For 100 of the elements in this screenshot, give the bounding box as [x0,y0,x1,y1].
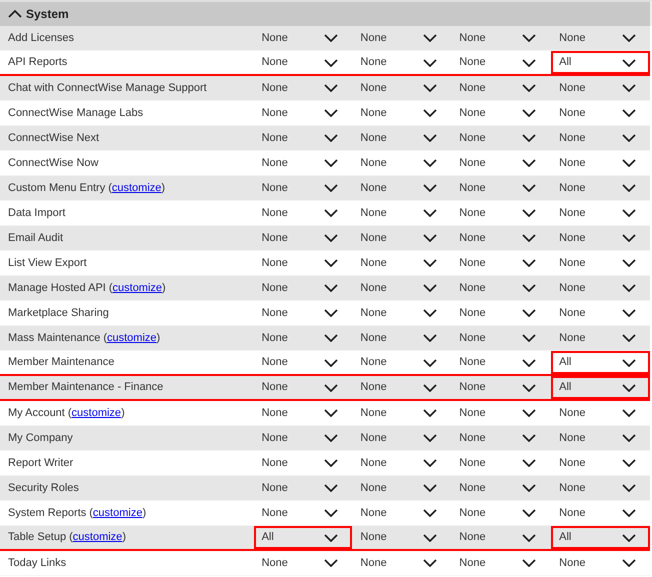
access-dropdown[interactable]: None [451,176,550,200]
customize-link[interactable]: customize [107,330,157,346]
access-dropdown[interactable]: None [254,226,352,250]
access-dropdown[interactable]: None [254,176,352,200]
access-dropdown[interactable]: None [451,126,550,150]
access-dropdown[interactable]: None [254,201,352,225]
paren: ) [121,406,125,421]
access-dropdown[interactable]: None [451,351,550,374]
access-dropdown[interactable]: None [352,51,452,74]
access-dropdown[interactable]: None [551,101,650,125]
access-dropdown[interactable]: None [551,451,650,475]
access-dropdown[interactable]: None [254,501,352,525]
section-header[interactable]: System [0,0,652,26]
access-dropdown[interactable]: None [254,276,352,300]
access-dropdown[interactable]: None [352,126,452,150]
access-dropdown[interactable]: None [254,126,352,150]
access-dropdown[interactable]: None [254,151,352,175]
customize-link[interactable]: customize [72,404,122,422]
access-dropdown[interactable]: None [451,76,550,100]
access-dropdown[interactable]: None [551,276,650,300]
access-dropdown[interactable]: None [352,151,452,175]
access-dropdown[interactable]: None [451,501,550,525]
access-dropdown[interactable]: None [551,476,650,500]
access-dropdown[interactable]: None [551,126,650,150]
access-dropdown[interactable]: None [451,276,550,300]
access-dropdown[interactable]: None [551,426,650,450]
access-dropdown[interactable]: None [352,26,452,50]
access-dropdown[interactable]: None [254,26,352,50]
access-dropdown[interactable]: None [352,176,452,200]
access-dropdown[interactable]: None [352,201,452,225]
access-dropdown[interactable]: None [352,76,452,100]
access-dropdown[interactable]: None [352,376,452,399]
dropdown-value: None [559,456,586,471]
access-dropdown[interactable]: None [254,51,352,74]
access-dropdown[interactable]: None [352,226,452,250]
access-dropdown[interactable]: None [451,151,550,175]
access-dropdown[interactable]: None [551,501,650,525]
chevron-down-icon [423,434,438,442]
access-dropdown[interactable]: None [254,326,352,350]
access-dropdown[interactable]: None [451,301,550,325]
access-dropdown[interactable]: None [451,251,550,275]
access-dropdown[interactable]: None [352,276,452,300]
access-dropdown[interactable]: None [352,301,452,325]
access-dropdown[interactable]: None [451,376,550,399]
access-dropdown[interactable]: None [451,101,550,125]
access-dropdown[interactable]: None [451,201,550,225]
access-dropdown[interactable]: None [254,426,352,450]
chevron-down-icon [522,209,536,217]
access-dropdown[interactable]: None [551,151,650,175]
access-dropdown[interactable]: None [352,426,452,450]
access-dropdown[interactable]: None [352,401,452,425]
access-dropdown[interactable]: None [352,101,452,125]
access-dropdown[interactable]: All [254,526,352,549]
access-dropdown[interactable]: None [551,301,650,325]
access-dropdown[interactable]: None [451,451,550,475]
access-dropdown[interactable]: None [451,476,550,500]
access-dropdown[interactable]: None [451,551,550,575]
access-dropdown[interactable]: None [352,451,452,475]
access-dropdown[interactable]: None [551,326,650,350]
access-dropdown[interactable]: None [254,376,352,399]
access-dropdown[interactable]: None [254,451,352,475]
access-dropdown[interactable]: None [551,201,650,225]
access-dropdown[interactable]: None [551,176,650,200]
access-dropdown[interactable]: None [551,226,650,250]
access-dropdown[interactable]: All [551,51,650,74]
access-dropdown[interactable]: None [352,251,452,275]
access-dropdown[interactable]: None [352,501,452,525]
access-dropdown[interactable]: None [254,401,352,425]
access-dropdown[interactable]: None [254,76,352,100]
access-dropdown[interactable]: None [551,26,650,50]
access-dropdown[interactable]: None [451,226,550,250]
access-dropdown[interactable]: None [451,426,550,450]
customize-link[interactable]: customize [92,504,142,522]
access-dropdown[interactable]: None [352,551,452,575]
access-dropdown[interactable]: All [551,376,650,399]
access-dropdown[interactable]: None [451,51,550,74]
access-dropdown[interactable]: None [254,551,352,575]
access-dropdown[interactable]: None [451,526,550,549]
access-dropdown[interactable]: None [551,551,650,575]
access-dropdown[interactable]: None [352,526,452,549]
access-dropdown[interactable]: All [551,351,650,374]
customize-link[interactable]: customize [112,180,162,196]
access-dropdown[interactable]: All [551,526,650,549]
access-dropdown[interactable]: None [254,351,352,374]
access-dropdown[interactable]: None [352,476,452,500]
access-dropdown[interactable]: None [254,301,352,325]
access-dropdown[interactable]: None [551,251,650,275]
access-dropdown[interactable]: None [352,326,452,350]
customize-link[interactable]: customize [112,280,162,296]
access-dropdown[interactable]: None [254,476,352,500]
access-dropdown[interactable]: None [451,26,550,50]
access-dropdown[interactable]: None [551,76,650,100]
access-dropdown[interactable]: None [254,101,352,125]
access-dropdown[interactable]: None [551,401,650,425]
access-dropdown[interactable]: None [254,251,352,275]
customize-link[interactable]: customize [72,529,122,546]
dropdown-value: None [559,480,586,496]
access-dropdown[interactable]: None [451,326,550,350]
access-dropdown[interactable]: None [352,351,452,374]
access-dropdown[interactable]: None [451,401,550,425]
